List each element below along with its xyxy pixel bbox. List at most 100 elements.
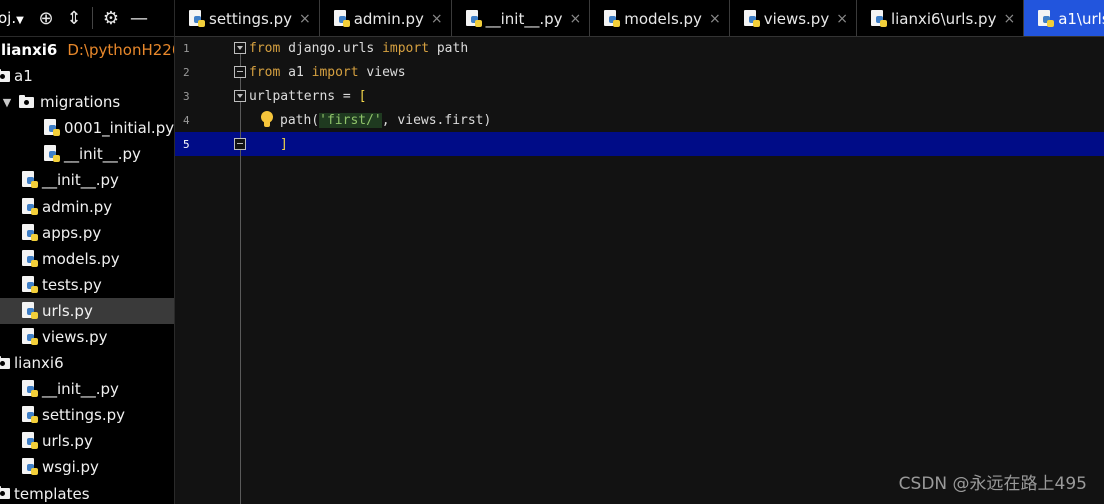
tree-folder-templates[interactable]: templates: [0, 481, 174, 504]
close-icon[interactable]: ×: [570, 11, 582, 27]
bracket: [: [358, 89, 367, 104]
tree-item-label: __init__.py: [64, 145, 141, 164]
python-file-icon: [22, 197, 38, 216]
python-file-icon: [22, 223, 38, 242]
tree-file[interactable]: tests.py: [0, 272, 174, 298]
tab-label: admin.py: [353, 9, 424, 28]
python-file-icon: [604, 9, 621, 28]
fold-marker-icon[interactable]: [234, 138, 246, 150]
close-icon[interactable]: ×: [1003, 11, 1015, 27]
project-view-selector[interactable]: oj.▼: [0, 9, 32, 27]
tree-file[interactable]: __init__.py: [0, 141, 174, 167]
python-file-icon: [189, 9, 205, 28]
python-file-icon: [1038, 9, 1055, 28]
python-file-icon: [22, 327, 38, 346]
tree-file-selected[interactable]: urls.py: [0, 297, 174, 324]
close-icon[interactable]: ×: [431, 11, 443, 27]
tree-item-label: wsgi.py: [42, 458, 99, 477]
fold-marker-icon[interactable]: [234, 66, 246, 78]
tab-models[interactable]: models.py ×: [590, 0, 730, 36]
tree-file[interactable]: wsgi.py: [0, 454, 174, 480]
keyword: from: [249, 65, 281, 80]
line-number: 1: [183, 42, 190, 55]
tab-admin[interactable]: admin.py ×: [320, 0, 452, 36]
toolbar-divider: [92, 7, 93, 29]
root-name: lianxi6: [1, 41, 58, 59]
code-line: from django.urls import path: [249, 37, 468, 61]
line-number: 2: [183, 66, 190, 79]
minus-icon[interactable]: —: [125, 3, 153, 33]
tab-label: __init__.py: [485, 9, 563, 28]
tree-file[interactable]: __init__.py: [0, 167, 174, 193]
tab-settings[interactable]: settings.py ×: [175, 0, 320, 36]
line-number-current: 5: [183, 138, 190, 151]
tree-file[interactable]: settings.py: [0, 402, 174, 428]
bracket: ]: [280, 137, 288, 152]
python-file-icon: [465, 9, 482, 28]
crosshair-icon[interactable]: ⊕: [32, 3, 60, 33]
close-icon[interactable]: ×: [299, 11, 311, 27]
fold-marker-icon[interactable]: [234, 90, 246, 102]
tree-file[interactable]: __init__.py: [0, 376, 174, 402]
tree-file[interactable]: models.py: [0, 246, 174, 272]
code-line: path('first/', views.first): [280, 109, 491, 133]
tree-item-label: urls.py: [42, 301, 93, 320]
keyword: import: [311, 65, 359, 80]
code-line: urlpatterns = [: [249, 85, 366, 109]
code-editor[interactable]: 1 2 3 4 5 from django.urls import path f…: [175, 37, 1104, 504]
folder-icon: [0, 355, 10, 369]
tree-file[interactable]: admin.py: [0, 193, 174, 219]
fold-marker-icon[interactable]: [234, 42, 246, 54]
indent-guide: [240, 49, 241, 504]
tree-file[interactable]: urls.py: [0, 428, 174, 454]
tree-folder-lianxi6[interactable]: lianxi6: [0, 350, 174, 376]
editor-tabs: settings.py × admin.py × __init__.py × m…: [175, 0, 1104, 37]
tree-folder-a1[interactable]: a1: [0, 63, 174, 89]
python-file-icon: [44, 145, 60, 163]
tree-file[interactable]: views.py: [0, 324, 174, 350]
tree-item-label: 0001_initial.py: [64, 119, 175, 138]
code-text: path(: [280, 113, 320, 128]
tab-init[interactable]: __init__.py ×: [452, 0, 591, 36]
lightbulb-icon[interactable]: [261, 111, 273, 129]
tab-label: views.py: [763, 9, 830, 28]
python-file-icon: [22, 171, 38, 189]
tree-item-label: templates: [14, 484, 90, 503]
project-view-label: oj.: [0, 9, 17, 27]
project-panel: oj.▼ ⊕ ⇕ ⚙ — lianxi6 D:\pythonH2202 a1 ▼…: [0, 0, 175, 504]
python-file-icon: [22, 458, 38, 476]
code-line: from a1 import views: [249, 61, 406, 85]
keyword: import: [382, 41, 430, 56]
tree-item-label: settings.py: [42, 406, 125, 425]
collapse-icon[interactable]: ⇕: [60, 3, 88, 33]
code-text: , views.first): [381, 113, 492, 128]
tree-file[interactable]: 0001_initial.py: [0, 115, 174, 141]
folder-icon: [19, 94, 34, 108]
close-icon[interactable]: ×: [709, 11, 721, 27]
keyword: from: [249, 41, 281, 56]
tree-item-label: apps.py: [42, 223, 102, 242]
tree-file[interactable]: apps.py: [0, 220, 174, 246]
caret-down-icon: ▼: [16, 15, 24, 26]
tab-label: settings.py: [209, 9, 292, 28]
code-text: a1: [280, 65, 312, 80]
close-icon[interactable]: ×: [836, 11, 848, 27]
python-file-icon: [22, 406, 38, 424]
tab-lianxi6-urls[interactable]: lianxi6\urls.py ×: [857, 0, 1025, 36]
python-file-icon: [44, 119, 60, 137]
root-path: D:\pythonH2202: [67, 41, 174, 59]
tree-root[interactable]: lianxi6 D:\pythonH2202: [0, 37, 174, 63]
tree-item-label: migrations: [40, 93, 121, 112]
tab-views[interactable]: views.py ×: [730, 0, 857, 36]
python-file-icon: [22, 301, 38, 320]
expand-arrow-icon[interactable]: ▼: [0, 96, 14, 109]
gear-icon[interactable]: ⚙: [97, 3, 125, 33]
tree-folder-migrations[interactable]: ▼ migrations: [0, 89, 174, 115]
code-text: views: [358, 65, 406, 80]
code-line: ]: [280, 133, 288, 157]
python-file-icon: [22, 275, 38, 294]
tab-a1-urls[interactable]: a1\urls.py: [1024, 0, 1104, 36]
watermark: CSDN @永远在路上495: [898, 474, 1087, 494]
tree-item-label: __init__.py: [42, 171, 119, 190]
tree-item-label: admin.py: [42, 197, 113, 216]
